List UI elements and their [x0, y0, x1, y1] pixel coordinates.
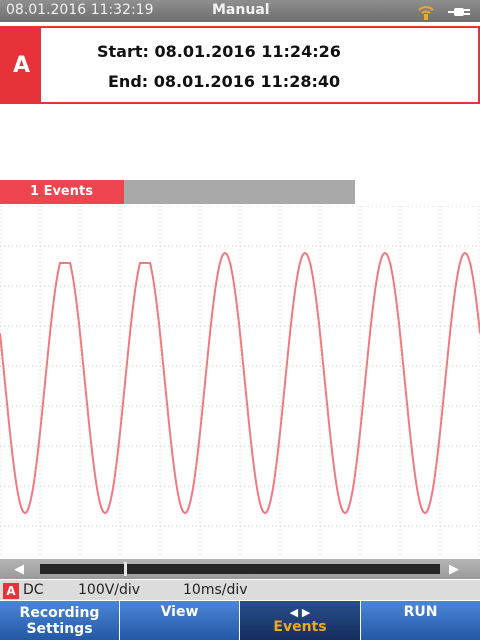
recording-settings-button[interactable]: Recording Settings — [0, 601, 120, 640]
channel-a-small-badge: A — [3, 583, 19, 599]
run-label: RUN — [403, 604, 438, 620]
channel-settings-bar: A DC 100V/div 10ms/div — [0, 580, 480, 600]
grid-dots — [0, 206, 480, 555]
view-button[interactable]: View — [120, 601, 240, 640]
end-time: End: 08.01.2016 11:28:40 — [108, 72, 341, 91]
mode-label: Manual — [212, 2, 270, 18]
scroll-thumb[interactable] — [124, 562, 127, 576]
recording-settings-line1: Recording — [19, 604, 100, 621]
channel-a-badge: A — [2, 28, 41, 102]
recording-settings-line2: Settings — [26, 620, 93, 637]
datetime: 08.01.2016 11:32:19 — [6, 2, 154, 18]
recording-info-box: A Start: 08.01.2016 11:24:26 End: 08.01.… — [0, 26, 480, 104]
scroll-track[interactable] — [40, 564, 440, 574]
scroll-right-arrow-icon[interactable]: ▶ — [449, 562, 459, 577]
view-label: View — [160, 604, 199, 620]
volts-per-div: 100V/div — [78, 582, 141, 598]
wifi-icon — [418, 6, 434, 20]
events-marker[interactable]: 1 Events — [0, 180, 124, 204]
run-button[interactable]: RUN — [361, 601, 480, 640]
start-time: Start: 08.01.2016 11:24:26 — [97, 42, 341, 61]
events-label: Events — [273, 618, 327, 635]
events-nav-arrows-icon: ◀ ▶ — [289, 605, 311, 619]
waveform-display — [0, 206, 480, 555]
coupling-label: DC — [23, 582, 44, 598]
events-timeline-bar[interactable]: 1 Events — [0, 180, 355, 204]
time-per-div: 10ms/div — [183, 582, 248, 598]
power-plug-icon — [448, 8, 470, 16]
scroll-left-arrow-icon[interactable]: ◀ — [14, 562, 24, 577]
time-scrollbar[interactable]: ◀ ▶ — [0, 559, 480, 579]
status-bar: 08.01.2016 11:32:19 Manual — [0, 0, 480, 22]
events-count-label: 1 Events — [30, 184, 93, 199]
events-button[interactable]: ◀ ▶ Events — [240, 601, 361, 640]
